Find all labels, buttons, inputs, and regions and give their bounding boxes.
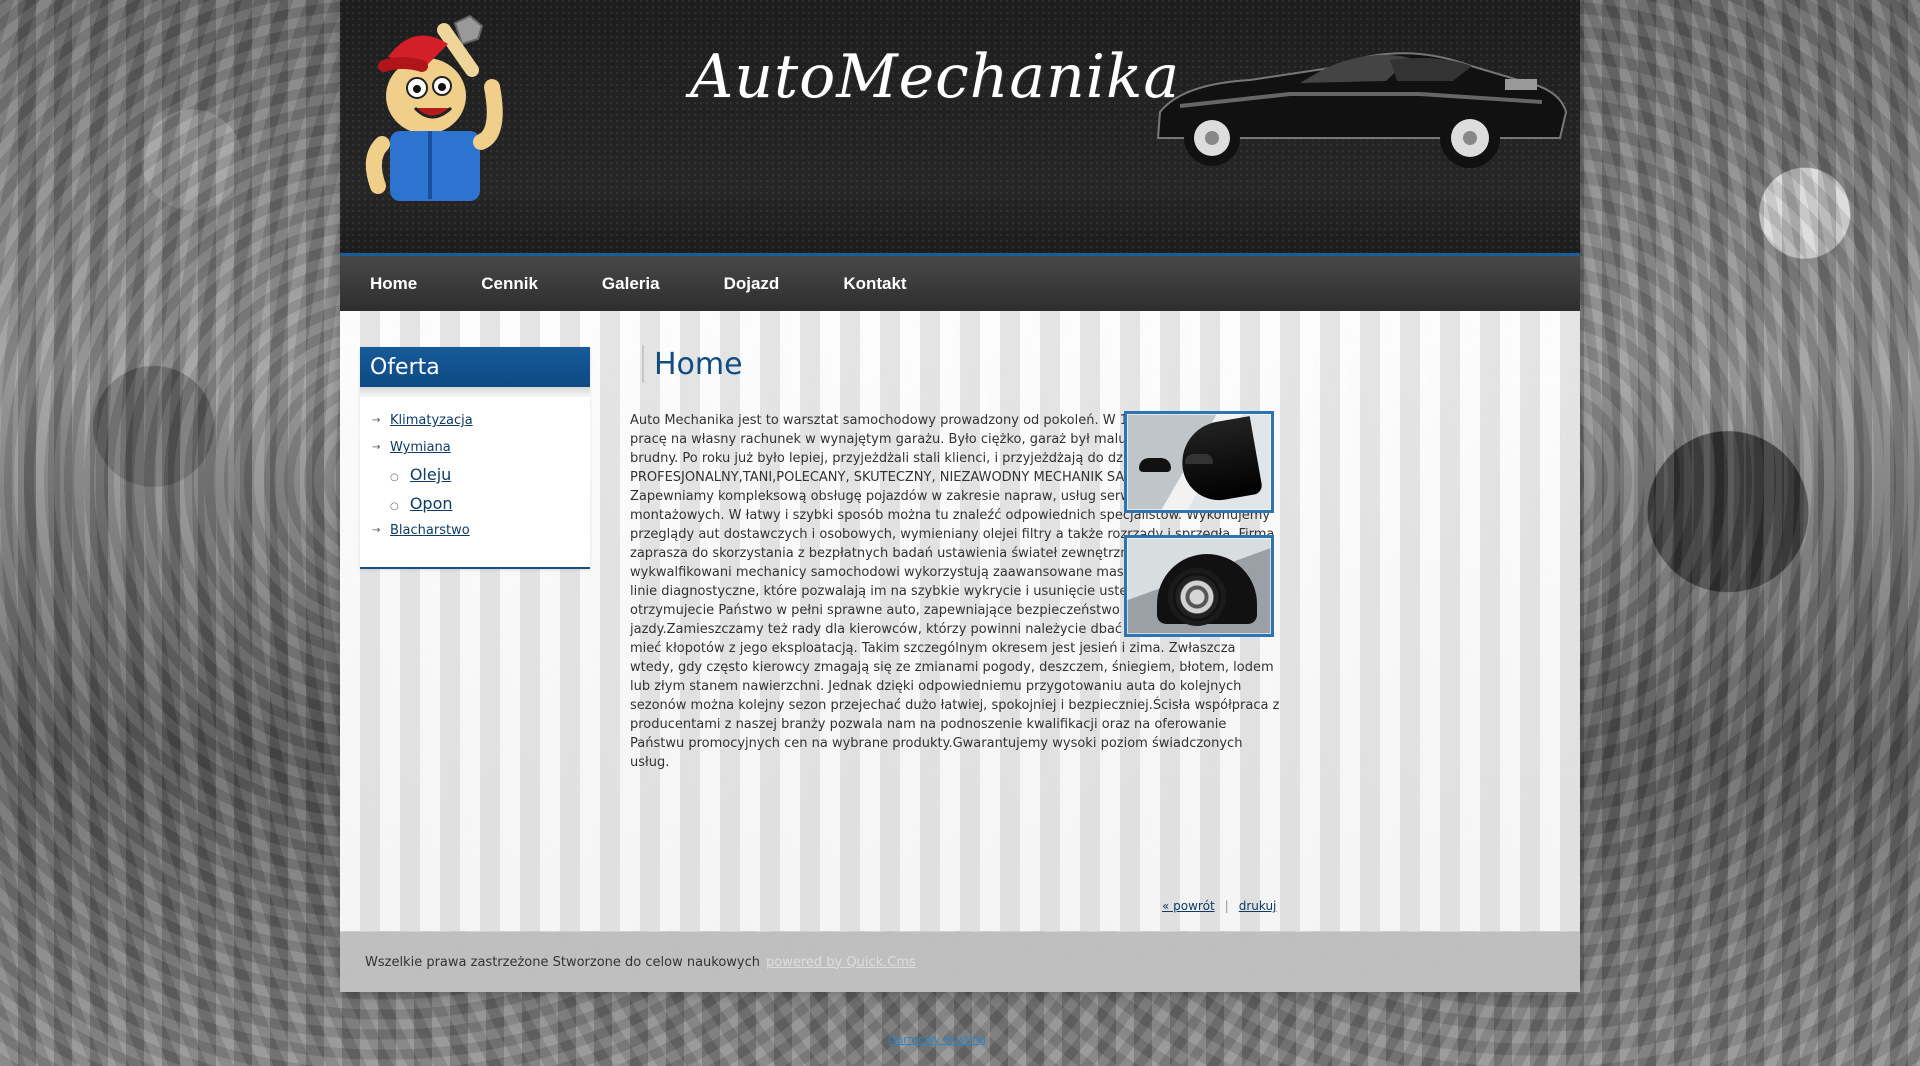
sidebar-sublist: ○ Oleju ○ Opon <box>390 465 590 513</box>
arrow-icon: → <box>372 525 381 536</box>
print-link[interactable]: drukuj <box>1239 899 1277 913</box>
article-content: Auto Mechanika jest to warsztat samochod… <box>630 411 1280 772</box>
sidebar-item-wymiana: → Wymiana <box>372 440 590 455</box>
nav-cennik[interactable]: Cennik <box>481 274 538 294</box>
footer-text: Wszelkie prawa zastrzeżone Stworzone do … <box>365 954 761 970</box>
circle-bullet-icon: ○ <box>390 472 399 483</box>
page-actions: « powrót | drukuj <box>1162 899 1276 913</box>
sidebar-subitem-opon: ○ Opon <box>390 494 590 513</box>
sidebar-link-blacharstwo[interactable]: Blacharstwo <box>390 523 470 538</box>
arrow-icon: → <box>372 442 381 453</box>
sidebar-item-klimatyzacja: → Klimatyzacja <box>372 413 590 428</box>
page-title: Home <box>642 345 1280 383</box>
sidebar-link-oleju[interactable]: Oleju <box>410 465 451 484</box>
nav-dojazd[interactable]: Dojazd <box>724 274 780 294</box>
nav-kontakt[interactable]: Kontakt <box>843 274 906 294</box>
back-link[interactable]: « powrót <box>1162 899 1215 913</box>
site-logo-title: AutoMechanika <box>690 42 1181 112</box>
sidebar-link-klimatyzacja[interactable]: Klimatyzacja <box>390 413 473 428</box>
classic-car-image <box>1156 52 1568 168</box>
nav-home[interactable]: Home <box>370 274 417 294</box>
sidebar-oferta: Oferta → Klimatyzacja → Wymiana ○ Oleju <box>360 347 590 569</box>
circle-bullet-icon: ○ <box>390 501 399 512</box>
main-navigation: Home Cennik Galeria Dojazd Kontakt <box>340 253 1580 311</box>
car-wheel-thumbnail[interactable] <box>1124 535 1274 637</box>
nav-galeria[interactable]: Galeria <box>602 274 660 294</box>
sidebar-link-opon[interactable]: Opon <box>410 494 453 513</box>
sidebar-subitem-oleju: ○ Oleju <box>390 465 590 484</box>
powered-by-link[interactable]: powered by Quick.Cms <box>766 955 916 970</box>
mechanic-mascot-image <box>365 14 503 201</box>
footer: Wszelkie prawa zastrzeżone Stworzone do … <box>340 932 1580 992</box>
header-banner: AutoMechanika <box>340 0 1580 253</box>
sidebar-separator <box>360 387 590 397</box>
hosting-link[interactable]: Darmowy Hosting <box>888 1033 986 1046</box>
sidebar-link-wymiana[interactable]: Wymiana <box>390 440 451 455</box>
sidebar-item-blacharstwo: → Blacharstwo <box>372 523 590 538</box>
main-content: Home Auto Mechanika jest to warsztat sam… <box>630 345 1280 772</box>
sidebar-list-bottom: → Blacharstwo <box>360 523 590 538</box>
content-area: Oferta → Klimatyzacja → Wymiana ○ Oleju <box>340 311 1580 931</box>
action-divider: | <box>1224 899 1229 913</box>
car-interior-thumbnail[interactable] <box>1124 411 1274 513</box>
sidebar-list: → Klimatyzacja → Wymiana <box>360 397 590 455</box>
arrow-icon: → <box>372 415 381 426</box>
site-container: AutoMechanika Home Cennik Galeria Dojazd… <box>340 0 1580 992</box>
sidebar-title: Oferta <box>360 347 590 387</box>
